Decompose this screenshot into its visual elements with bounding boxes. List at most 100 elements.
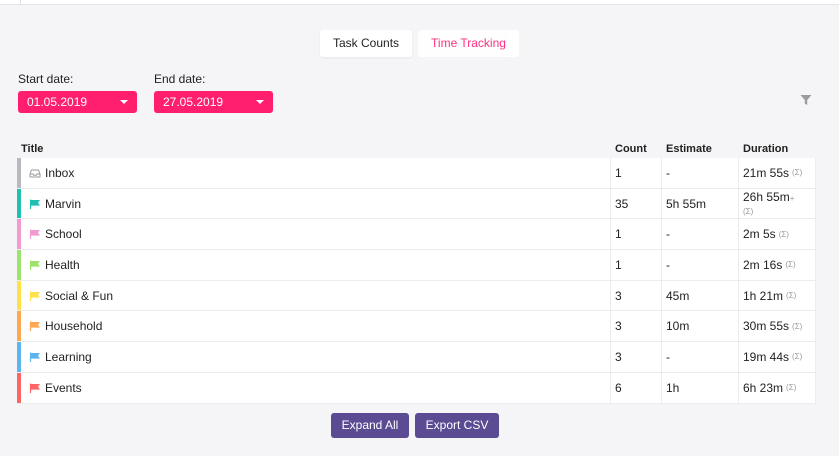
- end-date-label: End date:: [154, 72, 206, 86]
- color-stripe: [17, 280, 21, 311]
- end-date-select[interactable]: 27.05.2019: [154, 91, 273, 113]
- estimate-cell: 45m: [662, 280, 739, 311]
- end-date-value: 27.05.2019: [163, 95, 224, 109]
- count-cell: 3: [611, 311, 662, 342]
- estimate-cell: -: [662, 158, 739, 188]
- sigma-label: (Σ): [743, 206, 754, 216]
- title-cell: Household: [17, 311, 611, 342]
- row-title: Marvin: [45, 196, 82, 211]
- duration-value: 2m 16s: [743, 257, 783, 272]
- title-cell: Events: [17, 372, 611, 403]
- table-row[interactable]: Social & Fun 3 45m 1h 21m (Σ): [17, 280, 816, 312]
- filter-funnel-icon[interactable]: [800, 94, 812, 106]
- sigma-label: (Σ): [792, 321, 803, 331]
- count-cell: 3: [611, 280, 662, 311]
- color-stripe: [17, 311, 21, 342]
- estimate-cell: -: [662, 250, 739, 280]
- duration-cell: 26h 55m+ (Σ): [739, 188, 816, 219]
- row-title: Events: [45, 380, 82, 395]
- color-stripe: [17, 342, 21, 372]
- header-estimate: Estimate: [666, 143, 712, 155]
- duration-value: 6h 23m: [743, 380, 784, 395]
- table-row[interactable]: Household 3 10m 30m 55s (Σ): [17, 311, 816, 343]
- row-title: Social & Fun: [45, 288, 114, 303]
- flag-icon: [29, 382, 45, 394]
- chevron-down-icon: [120, 100, 128, 104]
- sigma-label: (Σ): [786, 383, 797, 393]
- title-cell: Learning: [17, 342, 611, 372]
- title-cell: Marvin: [17, 188, 611, 219]
- duration-value: 30m 55s: [743, 319, 790, 334]
- header-title: Title: [21, 143, 44, 155]
- header-count: Count: [615, 143, 647, 155]
- duration-cell: 21m 55s (Σ): [739, 158, 816, 188]
- table-row[interactable]: Marvin 35 5h 55m 26h 55m+ (Σ): [17, 188, 816, 220]
- sigma-label: (Σ): [778, 229, 789, 239]
- expand-all-button[interactable]: Expand All: [331, 413, 409, 438]
- sigma-label: (Σ): [786, 291, 797, 301]
- chevron-down-icon: [256, 100, 264, 104]
- color-stripe: [17, 188, 21, 219]
- count-cell: 6: [611, 372, 662, 403]
- color-stripe: [17, 372, 21, 403]
- title-cell: Inbox: [17, 158, 611, 188]
- flag-icon: [29, 320, 45, 332]
- row-title: Inbox: [45, 165, 75, 180]
- duration-value: 21m 55s: [743, 165, 790, 180]
- duration-value: 2m 5s: [743, 227, 776, 242]
- action-buttons: Expand All Export CSV: [331, 413, 499, 438]
- table-row[interactable]: School 1-2m 5s (Σ): [17, 219, 816, 251]
- view-tabs: Task Counts Time Tracking: [320, 30, 519, 57]
- estimate-cell: 5h 55m: [662, 188, 739, 219]
- estimate-cell: -: [662, 342, 739, 372]
- duration-cell: 19m 44s (Σ): [739, 342, 816, 372]
- row-title: Health: [45, 257, 80, 272]
- count-cell: 1: [611, 219, 662, 250]
- start-date-value: 01.05.2019: [27, 95, 88, 109]
- table-header: Title Count Estimate Duration: [17, 141, 816, 158]
- title-cell: School: [17, 219, 611, 250]
- table-row[interactable]: Learning 3-19m 44s (Σ): [17, 342, 816, 373]
- header-duration: Duration: [743, 143, 789, 155]
- table-row[interactable]: Events 6 1h 6h 23m (Σ): [17, 372, 816, 404]
- export-csv-button[interactable]: Export CSV: [415, 413, 499, 438]
- color-stripe: [17, 158, 21, 188]
- count-cell: 1: [611, 158, 662, 188]
- table-body: Inbox 1-21m 55s (Σ) Marvin 35 5h 55m 26h 55m+(…: [17, 158, 816, 404]
- tab-time-tracking[interactable]: Time Tracking: [418, 30, 519, 57]
- tab-task-counts[interactable]: Task Counts: [320, 30, 413, 57]
- duration-plus: +: [789, 193, 795, 203]
- flag-icon: [29, 351, 45, 363]
- flag-icon: [29, 290, 45, 302]
- table-row[interactable]: Inbox 1-21m 55s (Σ): [17, 158, 816, 189]
- time-tracking-table: Title Count Estimate Duration Inbox 1-21m…: [17, 141, 816, 404]
- estimate-cell: 1h: [662, 372, 739, 403]
- start-date-group: Start date: 01.05.2019: [18, 72, 137, 113]
- row-title: Household: [45, 319, 103, 334]
- inbox-tray-icon: [29, 167, 45, 179]
- table-row[interactable]: Health 1-2m 16s (Σ): [17, 250, 816, 281]
- count-cell: 1: [611, 250, 662, 280]
- sigma-label: (Σ): [785, 260, 796, 270]
- duration-value: 19m 44s: [743, 349, 790, 364]
- duration-value: 1h 21m: [743, 288, 784, 303]
- count-cell: 35: [611, 188, 662, 219]
- estimate-cell: 10m: [662, 311, 739, 342]
- duration-value: 26h 55m: [743, 189, 790, 204]
- start-date-select[interactable]: 01.05.2019: [18, 91, 137, 113]
- duration-cell: 30m 55s (Σ): [739, 311, 816, 342]
- flag-icon: [29, 259, 45, 271]
- title-cell: Health: [17, 250, 611, 280]
- start-date-label: Start date:: [18, 72, 74, 86]
- row-title: School: [45, 227, 82, 242]
- duration-cell: 2m 5s (Σ): [739, 219, 816, 250]
- color-stripe: [17, 219, 21, 250]
- sigma-label: (Σ): [792, 168, 803, 178]
- end-date-group: End date: 27.05.2019: [154, 72, 273, 113]
- color-stripe: [17, 250, 21, 280]
- flag-icon: [29, 228, 45, 240]
- flag-icon: [29, 198, 45, 210]
- top-bar: [0, 0, 839, 5]
- count-cell: 3: [611, 342, 662, 372]
- duration-cell: 2m 16s (Σ): [739, 250, 816, 280]
